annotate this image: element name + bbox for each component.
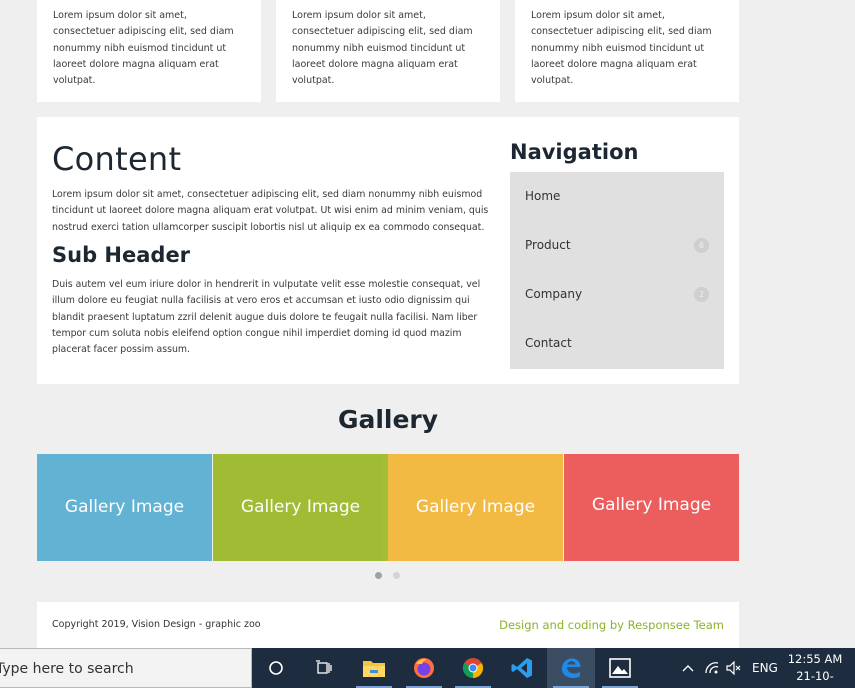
firefox-icon[interactable] bbox=[400, 648, 448, 688]
count-badge: 6 bbox=[694, 238, 709, 253]
nav-item-contact[interactable]: Contact bbox=[510, 319, 724, 368]
nav-item-product[interactable]: Product 6 bbox=[510, 221, 724, 270]
nav-item-home[interactable]: Home bbox=[510, 172, 724, 221]
network-icon[interactable] bbox=[704, 661, 726, 675]
edge-icon[interactable] bbox=[547, 648, 595, 688]
credit-link[interactable]: Design and coding by Responsee Team bbox=[499, 618, 724, 632]
feature-card: Lorem ipsum dolor sit amet, consectetuer… bbox=[37, 0, 261, 102]
chrome-icon[interactable] bbox=[449, 648, 497, 688]
gallery-image[interactable]: Gallery Image bbox=[388, 454, 563, 561]
nav-item-label: Company bbox=[525, 287, 583, 301]
carousel-dot[interactable] bbox=[393, 572, 400, 579]
feature-cards: Lorem ipsum dolor sit amet, consectetuer… bbox=[37, 0, 739, 102]
gallery-image[interactable]: Gallery Image bbox=[564, 454, 739, 561]
search-placeholder: Type here to search bbox=[0, 661, 134, 677]
navigation-title: Navigation bbox=[510, 140, 639, 164]
feature-card: Lorem ipsum dolor sit amet, consectetuer… bbox=[276, 0, 500, 102]
content-title: Content bbox=[52, 140, 182, 178]
chevron-up-icon[interactable] bbox=[680, 664, 696, 672]
windows-taskbar: Type here to search ENG 12:55 AM 21-10- bbox=[0, 648, 855, 688]
card-text: Lorem ipsum dolor sit amet, consectetuer… bbox=[53, 10, 234, 87]
taskbar-clock[interactable]: 12:55 AM 21-10-2022 bbox=[785, 651, 845, 688]
nav-item-company[interactable]: Company 2 bbox=[510, 270, 724, 319]
gallery-image[interactable]: Gallery Image bbox=[37, 454, 212, 561]
gallery-image[interactable]: Gallery Image bbox=[213, 454, 388, 561]
clock-time: 12:55 AM bbox=[787, 652, 843, 666]
gallery-image-label: Gallery Image bbox=[415, 497, 536, 517]
count-badge: 2 bbox=[694, 287, 709, 302]
nav-item-label: Home bbox=[525, 189, 561, 203]
content-paragraph: Lorem ipsum dolor sit amet, consectetuer… bbox=[52, 189, 489, 233]
file-explorer-icon[interactable] bbox=[350, 648, 398, 688]
language-indicator[interactable]: ENG bbox=[752, 661, 778, 675]
nav-item-label: Product bbox=[525, 238, 571, 252]
main-content-panel: Content Lorem ipsum dolor sit amet, cons… bbox=[37, 117, 739, 384]
gallery-title: Gallery bbox=[337, 405, 439, 434]
volume-muted-icon[interactable] bbox=[726, 661, 748, 675]
gallery-image-label: Gallery Image bbox=[64, 497, 185, 517]
feature-card: Lorem ipsum dolor sit amet, consectetuer… bbox=[515, 0, 739, 102]
cortana-icon[interactable] bbox=[252, 648, 300, 688]
navigation-menu: Home Product 6 Company 2 Contact bbox=[510, 172, 724, 369]
carousel-dot-active[interactable] bbox=[375, 572, 382, 579]
gallery-carousel: Gallery Image Gallery Image Gallery Imag… bbox=[37, 454, 739, 561]
task-view-icon[interactable] bbox=[300, 648, 348, 688]
sub-header-title: Sub Header bbox=[52, 243, 191, 267]
site-footer: Copyright 2019, Vision Design - graphic … bbox=[37, 602, 739, 648]
card-text: Lorem ipsum dolor sit amet, consectetuer… bbox=[531, 10, 712, 87]
copyright-text: Copyright 2019, Vision Design - graphic … bbox=[52, 619, 261, 630]
nav-item-label: Contact bbox=[525, 336, 572, 350]
card-text: Lorem ipsum dolor sit amet, consectetuer… bbox=[292, 10, 473, 87]
vscode-icon[interactable] bbox=[498, 648, 546, 688]
system-tray: ENG bbox=[680, 648, 778, 688]
gallery-image-label: Gallery Image bbox=[591, 495, 712, 515]
sub-header-paragraph: Duis autem vel eum iriure dolor in hendr… bbox=[52, 279, 481, 356]
taskbar-search-box[interactable]: Type here to search bbox=[0, 648, 252, 688]
clock-date: 21-10-2022 bbox=[796, 669, 834, 688]
gallery-image-label: Gallery Image bbox=[240, 497, 361, 517]
photos-icon[interactable] bbox=[596, 648, 644, 688]
